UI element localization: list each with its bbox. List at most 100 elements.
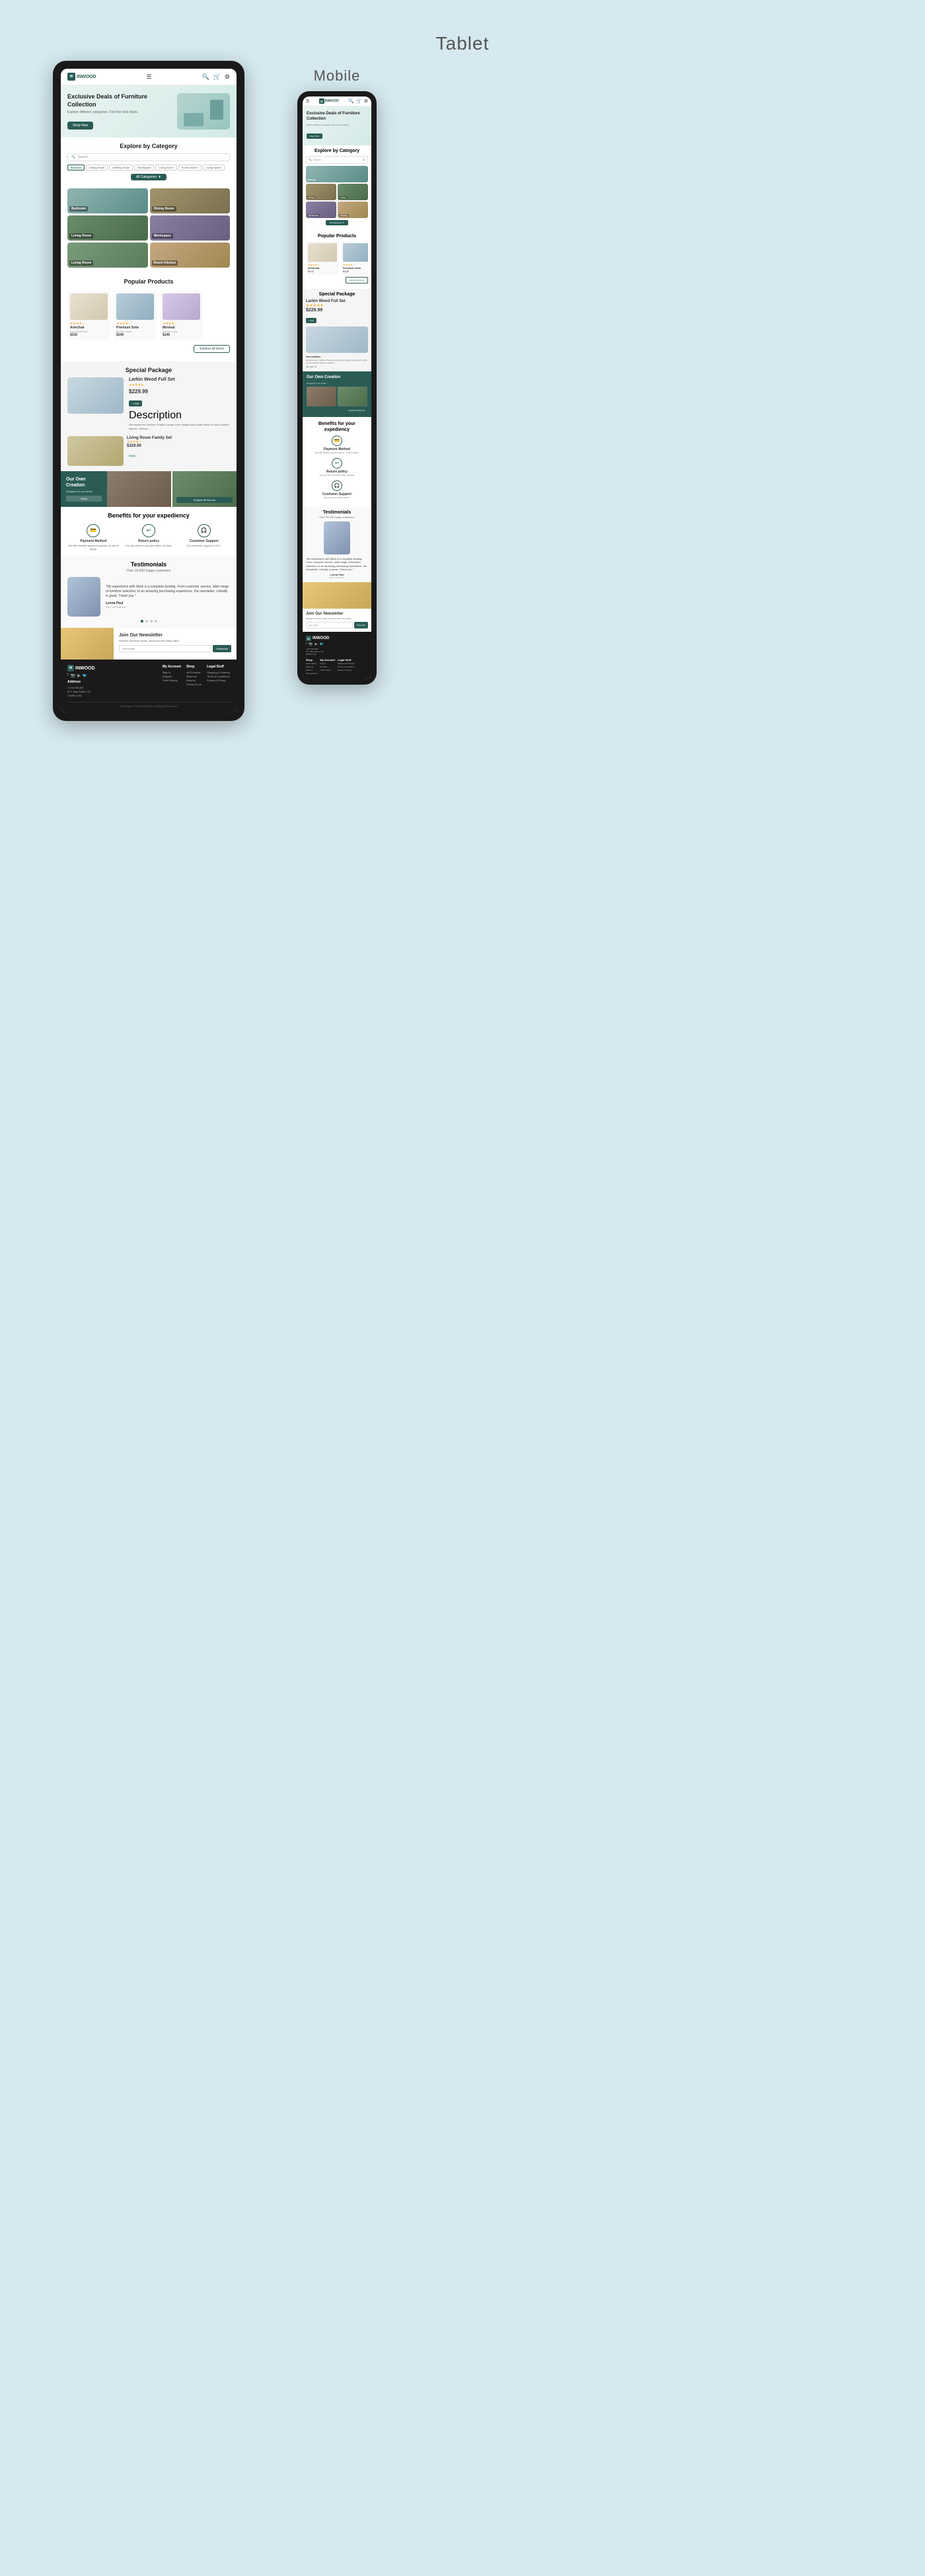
tablet-facebook-icon[interactable]: f bbox=[67, 673, 69, 678]
tablet-footer-dining[interactable]: Dining Room bbox=[186, 683, 202, 686]
mobile-footer-shipping[interactable]: Shipping & Delivery bbox=[338, 662, 355, 665]
mobile-facebook-icon[interactable]: f bbox=[306, 642, 307, 646]
mobile-cat-kitchen[interactable]: Kitchen bbox=[338, 202, 368, 218]
mobile-footer-privacy[interactable]: Privacy & Policy bbox=[338, 669, 355, 671]
mobile-explore-rooms-btn[interactable]: Explore All Rooms bbox=[346, 408, 367, 413]
mobile-footer-register[interactable]: Register bbox=[320, 665, 335, 668]
tablet-cat-livingroom[interactable]: Living Room bbox=[67, 243, 148, 268]
tablet-product-1[interactable]: ★★★★☆ Armchair Light Dark Red $142 bbox=[67, 291, 110, 340]
mobile-cat-dining[interactable]: Dining bbox=[306, 184, 336, 200]
tablet-explore-all-btn[interactable]: Explore all items bbox=[194, 345, 230, 353]
mobile-cat-workspace[interactable]: Workspace bbox=[306, 202, 336, 218]
tablet-brand-name: INWOOD bbox=[77, 75, 96, 79]
tablet-search-placeholder: Search bbox=[77, 155, 88, 159]
tablet-footer-signin[interactable]: Sign in bbox=[163, 671, 181, 674]
tablet-footer-orders[interactable]: Order history bbox=[163, 679, 181, 682]
tablet-cat-kitchen[interactable]: Room Kitchen bbox=[150, 243, 231, 268]
mobile-menu-icon[interactable]: ☰ bbox=[306, 99, 309, 104]
tablet-creation-show-btn[interactable]: Show bbox=[66, 496, 102, 502]
tablet-tag-meeting[interactable]: Meeting Room bbox=[109, 165, 133, 170]
mobile-cat-bedroom[interactable]: Bedroom bbox=[306, 166, 368, 182]
tablet-footer-register[interactable]: Register bbox=[163, 675, 181, 678]
tablet-tag-kitchen[interactable]: Room Kitchen bbox=[178, 165, 202, 170]
tablet-instagram-icon[interactable]: 📷 bbox=[71, 673, 75, 678]
mobile-footer-bedroom-link[interactable]: Bedroom bbox=[306, 665, 317, 668]
mobile-footer-terms[interactable]: Terms & Conditions bbox=[338, 665, 355, 668]
tablet-dot-3[interactable] bbox=[150, 620, 153, 623]
tablet-dot-4[interactable] bbox=[155, 620, 157, 623]
mobile-twitter-icon[interactable]: 🐦 bbox=[319, 642, 323, 646]
mobile-creation-subtitle: Designed in our studio bbox=[307, 382, 367, 385]
tablet-email-input[interactable] bbox=[119, 645, 211, 652]
tablet-product-3[interactable]: ★★★★☆ Minimal Modern style $145 bbox=[160, 291, 203, 340]
mobile-footer-dining-link[interactable]: Dining Room bbox=[306, 672, 317, 675]
tablet-explore-rooms-btn[interactable]: Explore All Rooms bbox=[176, 497, 233, 503]
mobile-email-input[interactable] bbox=[306, 622, 353, 628]
tablet-cat-living[interactable]: Living Room bbox=[67, 215, 148, 241]
tablet-tag-livingspace[interactable]: Living Space bbox=[203, 165, 225, 170]
mobile-cat-living[interactable]: Living bbox=[338, 184, 368, 200]
mobile-device: ☰ W INWOOD 🔍 🛒 ⚙ Exclusive Dea bbox=[297, 91, 377, 685]
mobile-special-add-btn[interactable]: + Add bbox=[306, 318, 316, 323]
tablet-tag-dining[interactable]: Dining Room bbox=[86, 165, 108, 170]
mobile-footer-myaccount: My Account Sign in Register Order histor… bbox=[320, 658, 335, 675]
tablet-twitter-icon[interactable]: 🐦 bbox=[83, 673, 87, 678]
tablet-hero-cta[interactable]: Shop Now bbox=[67, 122, 93, 130]
tablet-tag-bedroom[interactable]: Bedroom bbox=[67, 165, 85, 170]
tablet-cat-bedroom[interactable]: Bedroom bbox=[67, 188, 148, 213]
tablet-footer-terms[interactable]: Terms & Conditions bbox=[207, 675, 230, 678]
tablet-footer-bedroom[interactable]: Bedroom bbox=[186, 675, 202, 678]
mobile-all-categories-btn[interactable]: All Categories ▼ bbox=[326, 220, 348, 225]
mobile-footer-all-products[interactable]: All Products bbox=[306, 662, 317, 665]
mobile-testimonials-title: Testimonials bbox=[306, 510, 368, 515]
mobile-testimonial-avatar bbox=[324, 521, 350, 554]
mobile-see-more[interactable]: See More ▼ bbox=[306, 365, 368, 368]
tablet-dot-1[interactable] bbox=[141, 620, 143, 623]
tablet-tag-workspace[interactable]: Workspace bbox=[134, 165, 154, 170]
mobile-hamburger-icon[interactable]: ☰ bbox=[363, 158, 365, 162]
mobile-product-2[interactable]: ★★★★☆ Premium Sofa $145 bbox=[341, 241, 368, 275]
mobile-search-bar[interactable]: 🔍 Search ☰ bbox=[306, 156, 368, 164]
tablet-youtube-icon[interactable]: ▶ bbox=[77, 673, 81, 678]
mobile-product-1[interactable]: ★★★★☆ Armchair $142 bbox=[306, 241, 339, 275]
tablet-footer-all-products[interactable]: All Products bbox=[186, 671, 202, 674]
mobile-search-icon[interactable]: 🔍 bbox=[348, 98, 354, 104]
mobile-hero-cta[interactable]: Shop Now bbox=[307, 133, 322, 139]
tablet-settings-icon[interactable]: ⚙ bbox=[225, 73, 230, 81]
tablet-subscribe-btn[interactable]: Subscribe bbox=[213, 645, 231, 652]
mobile-settings-icon[interactable]: ⚙ bbox=[364, 98, 368, 104]
mobile-benefit-payment-desc: We offer flexible payment options, no te… bbox=[306, 452, 368, 455]
tablet-all-categories-btn[interactable]: All Categories ▼ bbox=[131, 174, 166, 180]
mobile-cart-icon[interactable]: 🛒 bbox=[356, 98, 362, 104]
mobile-footer-signin[interactable]: Sign in bbox=[320, 662, 335, 665]
tablet-footer-shipping[interactable]: Shipping & Delivery bbox=[207, 671, 230, 674]
tablet-product-img-3 bbox=[163, 293, 200, 320]
tablet-footer-phone: +123-456-567 bbox=[67, 686, 157, 689]
tablet-cat-workspace[interactable]: Workspace bbox=[150, 215, 231, 241]
tablet-dot-2[interactable] bbox=[145, 620, 148, 623]
mobile-hero-subtitle: Explore different categories. Find the b… bbox=[307, 124, 367, 126]
mobile-explore-all-btn[interactable]: Explore all items bbox=[346, 277, 368, 284]
tablet-footer-privacy[interactable]: Privacy & Policy bbox=[207, 679, 230, 682]
tablet-product-price-3: $145 bbox=[163, 333, 200, 337]
tablet-product-2[interactable]: ★★★★☆ Premium Sofa Modern style $145 bbox=[114, 291, 157, 340]
tablet-tag-living[interactable]: Living Room bbox=[155, 165, 176, 170]
mobile-footer-returns-link[interactable]: Returns bbox=[306, 669, 317, 671]
tablet-creation-subtitle: Designed in our studio bbox=[66, 490, 102, 493]
tablet-cart-icon[interactable]: 🛒 bbox=[213, 73, 221, 81]
mobile-testimonial-role: CEO of Pinamon bbox=[306, 576, 368, 579]
tablet-special-add-btn[interactable]: + Add bbox=[129, 400, 142, 406]
mobile-instagram-icon[interactable]: 📷 bbox=[309, 642, 313, 646]
tablet-testimonials-title: Testimonials bbox=[67, 561, 230, 568]
tablet-footer-brand: W INWOOD f 📷 ▶ 🐦 Address + bbox=[67, 665, 157, 698]
tablet-category-tags: Bedroom Dining Room Meeting Room Workspa… bbox=[67, 165, 230, 170]
tablet-footer-returns[interactable]: Returns bbox=[186, 679, 202, 682]
tablet-search-icon[interactable]: 🔍 bbox=[202, 73, 209, 81]
tablet-menu-icon[interactable]: ☰ bbox=[146, 73, 151, 81]
tablet-search-bar[interactable]: 🔍 Search bbox=[67, 153, 230, 161]
tablet-cat-dining[interactable]: Dining Room bbox=[150, 188, 231, 213]
mobile-hero-title: Exclusive Deals of Furniture Collection bbox=[307, 112, 367, 122]
mobile-subscribe-btn[interactable]: Subscribe bbox=[354, 622, 368, 628]
mobile-youtube-icon[interactable]: ▶ bbox=[315, 642, 318, 646]
mobile-footer-orders[interactable]: Order history bbox=[320, 669, 335, 671]
